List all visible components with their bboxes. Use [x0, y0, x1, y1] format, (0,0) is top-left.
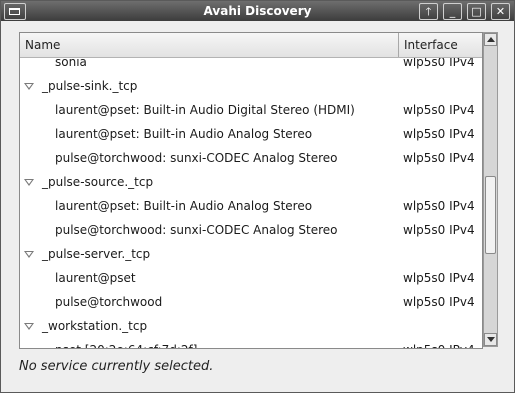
scroll-down-button[interactable]: [484, 333, 497, 346]
vertical-scrollbar[interactable]: [483, 32, 498, 347]
tree-header: Name Interface: [20, 33, 482, 58]
tree-group-row[interactable]: _workstation._tcp: [20, 314, 482, 338]
row-name: _pulse-server._tcp: [42, 247, 151, 261]
tree-service-row[interactable]: laurent@pset: Built-in Audio Analog Ster…: [20, 122, 482, 146]
tree-service-row[interactable]: laurent@pset: Built-in Audio Digital Ste…: [20, 98, 482, 122]
keep-above-button[interactable]: 🡑: [419, 3, 438, 20]
tree-service-row[interactable]: sonia wlp5s0 IPv4: [20, 58, 482, 74]
row-name: laurent@pset: Built-in Audio Analog Ster…: [55, 127, 313, 141]
row-name: pulse@torchwood: [55, 295, 163, 309]
column-header-name[interactable]: Name: [20, 33, 399, 57]
tree-group-row[interactable]: _pulse-sink._tcp: [20, 74, 482, 98]
row-interface: wlp5s0 IPv4: [403, 103, 475, 117]
row-name: _pulse-sink._tcp: [42, 79, 138, 93]
status-text: No service currently selected.: [19, 359, 214, 374]
tree-service-row[interactable]: laurent@pset wlp5s0 IPv4: [20, 266, 482, 290]
maximize-button[interactable]: □: [467, 3, 486, 20]
chevron-down-icon: [487, 337, 495, 342]
tree-rows: sonia wlp5s0 IPv4 _pulse-sink._tcp laurent@…: [20, 58, 482, 348]
window-content: Name Interface sonia wlp5s0 IPv4 _pulse-si…: [5, 25, 510, 388]
chevron-up-icon: [487, 37, 495, 42]
services-tree[interactable]: Name Interface sonia wlp5s0 IPv4 _pulse-si…: [19, 32, 483, 349]
row-interface: wlp5s0 IPv4: [403, 223, 475, 237]
tree-service-row[interactable]: pset [20:2e:64:cf:7d:2f] wlp5s0 IPv4: [20, 338, 482, 348]
row-interface: wlp5s0 IPv4: [403, 271, 475, 285]
row-name: laurent@pset: Built-in Audio Digital Ste…: [55, 103, 355, 117]
row-name: _pulse-source._tcp: [42, 175, 154, 189]
row-interface: wlp5s0 IPv4: [403, 58, 475, 69]
row-name: laurent@pset: [55, 271, 136, 285]
tree-rows-inner: sonia wlp5s0 IPv4 _pulse-sink._tcp laurent@…: [20, 58, 482, 348]
row-interface: wlp5s0 IPv4: [403, 295, 475, 309]
scroll-up-button[interactable]: [484, 33, 497, 46]
row-interface: wlp5s0 IPv4: [403, 127, 475, 141]
scrollbar-thumb[interactable]: [485, 176, 496, 254]
row-interface: wlp5s0 IPv4: [403, 151, 475, 165]
tree-service-row[interactable]: pulse@torchwood wlp5s0 IPv4: [20, 290, 482, 314]
row-name: pulse@torchwood: sunxi-CODEC Analog Ster…: [55, 223, 338, 237]
tree-group-row[interactable]: _pulse-server._tcp: [20, 242, 482, 266]
row-interface: wlp5s0 IPv4: [403, 338, 482, 348]
column-header-interface[interactable]: Interface: [399, 33, 482, 57]
row-name: pulse@torchwood: sunxi-CODEC Analog Ster…: [55, 151, 338, 165]
minimize-button[interactable]: _: [443, 3, 462, 20]
row-name: sonia: [55, 58, 87, 69]
title-bar[interactable]: Avahi Discovery 🡑 _ □ ✕: [1, 1, 514, 21]
tree-service-row[interactable]: pulse@torchwood: sunxi-CODEC Analog Ster…: [20, 218, 482, 242]
avahi-discovery-window: Avahi Discovery 🡑 _ □ ✕ Name Interface s…: [0, 0, 515, 393]
row-name: pset [20:2e:64:cf:7d:2f]: [20, 338, 399, 348]
row-interface: wlp5s0 IPv4: [403, 199, 475, 213]
tree-service-row[interactable]: laurent@pset: Built-in Audio Analog Ster…: [20, 194, 482, 218]
row-name: laurent@pset: Built-in Audio Analog Ster…: [55, 199, 313, 213]
row-name: _workstation._tcp: [42, 319, 148, 333]
close-button[interactable]: ✕: [491, 3, 510, 20]
tree-service-row[interactable]: pulse@torchwood: sunxi-CODEC Analog Ster…: [20, 146, 482, 170]
tree-group-row[interactable]: _pulse-source._tcp: [20, 170, 482, 194]
